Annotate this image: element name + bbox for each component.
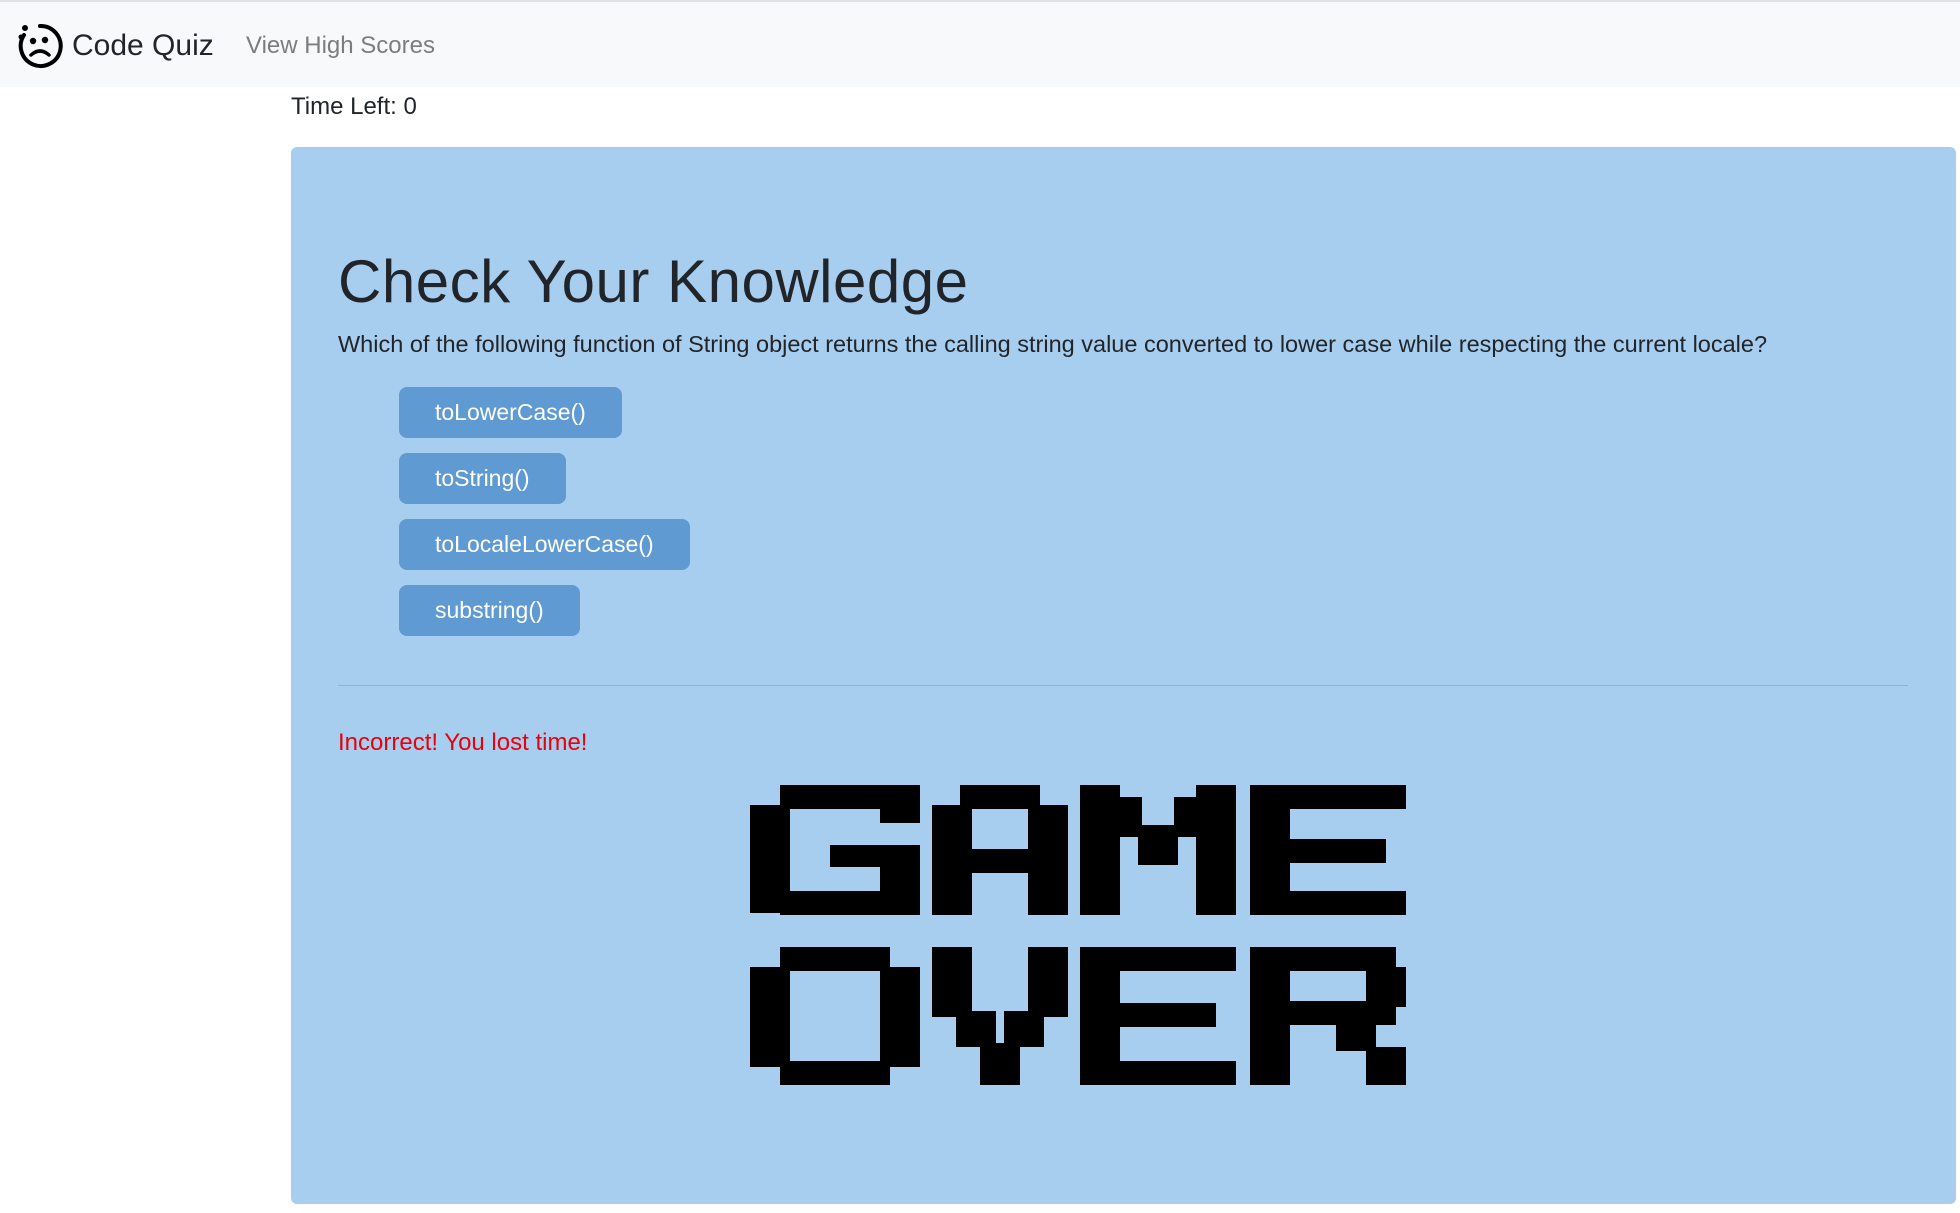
feedback-message: Incorrect! You lost time!: [338, 729, 588, 756]
choice-button-to-string[interactable]: toString(): [399, 453, 566, 504]
question-text: Which of the following function of Strin…: [338, 331, 1768, 357]
choice-button-to-locale-lower-case[interactable]: toLocaleLowerCase(): [399, 519, 690, 570]
time-left: Time Left: 0: [291, 93, 417, 120]
quiz-panel: Check Your Knowledge Which of the follow…: [291, 147, 1956, 1204]
choice-list: toLowerCase() toString() toLocaleLowerCa…: [399, 387, 690, 651]
brand-title: Code Quiz: [72, 29, 214, 62]
choice-button-to-lower-case[interactable]: toLowerCase(): [399, 387, 622, 438]
sad-face-icon: [18, 23, 63, 68]
choice-button-substring[interactable]: substring(): [399, 585, 580, 636]
view-high-scores-link[interactable]: View High Scores: [246, 32, 435, 60]
brand-link[interactable]: Code Quiz: [16, 22, 214, 70]
page-title: Check Your Knowledge: [338, 248, 969, 315]
game-over-image: [750, 785, 1406, 1085]
navbar: Code Quiz View High Scores: [0, 0, 1960, 87]
divider: [338, 685, 1908, 686]
